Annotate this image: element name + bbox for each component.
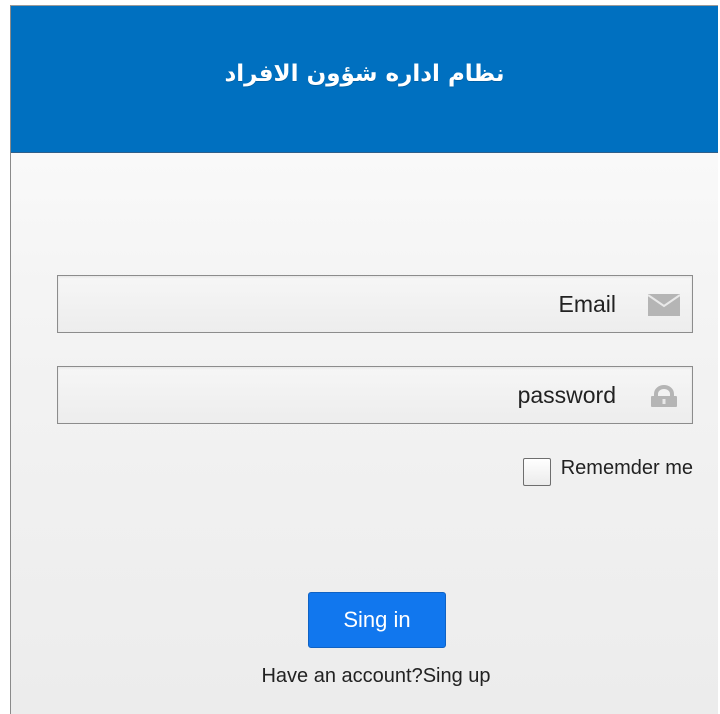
app-header: نظام اداره شؤون الافراد: [11, 6, 718, 153]
sign-in-button[interactable]: Sing in: [308, 592, 446, 648]
email-field-container: [57, 275, 693, 333]
envelope-icon: [648, 294, 680, 316]
app-title: نظام اداره شؤون الافراد: [224, 61, 505, 87]
login-panel: نظام اداره شؤون الافراد Rememder me Sing…: [10, 5, 718, 714]
password-input[interactable]: [58, 367, 692, 423]
password-field-container: [57, 366, 693, 424]
remember-me-checkbox[interactable]: [522, 458, 551, 486]
lock-icon: [651, 385, 677, 407]
remember-me-row: Rememder me: [522, 450, 693, 486]
sign-up-link[interactable]: Have an account?Sing up: [11, 665, 720, 688]
email-input[interactable]: [58, 276, 692, 332]
remember-me-label: Rememder me: [560, 456, 693, 479]
